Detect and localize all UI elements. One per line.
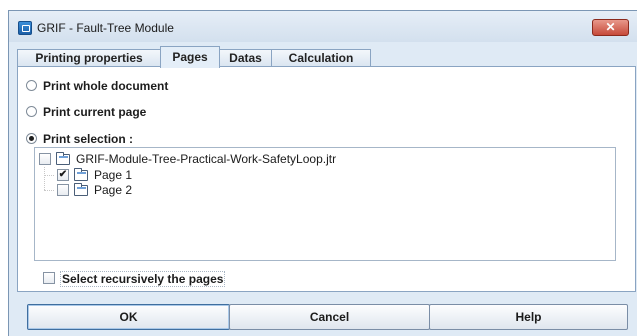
folder-icon (74, 168, 88, 181)
page-tree[interactable]: GRIF-Module-Tree-Practical-Work-SafetyLo… (34, 147, 616, 261)
dialog-window: GRIF - Fault-Tree Module ✕ Printing prop… (8, 10, 637, 336)
folder-icon (56, 152, 70, 165)
tree-item-label: Page 1 (94, 168, 133, 182)
page-2-checkbox[interactable] (57, 184, 69, 196)
tree-root-item[interactable]: GRIF-Module-Tree-Practical-Work-SafetyLo… (39, 151, 599, 167)
option-label: Print selection : (43, 132, 134, 146)
close-icon: ✕ (605, 20, 616, 34)
tree-item-page-2[interactable]: Page 2 (57, 182, 257, 198)
radio-button[interactable] (26, 80, 37, 91)
tab-label: Calculation (288, 51, 354, 65)
tab-label: Pages (172, 50, 208, 64)
tab-calculation[interactable]: Calculation (271, 49, 371, 67)
folder-icon (74, 183, 88, 196)
radio-button[interactable] (26, 133, 37, 144)
option-label: Print current page (43, 105, 147, 119)
tree-connector (44, 175, 54, 176)
help-button[interactable]: Help (429, 304, 628, 330)
tab-bar: Printing properties Pages Datas Calculat… (17, 45, 617, 68)
option-label: Print whole document (43, 79, 169, 93)
title-bar[interactable]: GRIF - Fault-Tree Module ✕ (9, 11, 637, 42)
tab-label: Printing properties (35, 51, 143, 65)
select-recursively-label: Select recursively the pages (60, 271, 226, 287)
tree-item-page-1[interactable]: ✔ Page 1 (57, 167, 257, 183)
root-checkbox[interactable] (39, 153, 51, 165)
tree-root-label: GRIF-Module-Tree-Practical-Work-SafetyLo… (76, 152, 337, 166)
tab-pages[interactable]: Pages (160, 46, 220, 68)
tree-item-label: Page 2 (94, 183, 133, 197)
tab-datas[interactable]: Datas (219, 49, 272, 67)
app-icon (18, 21, 32, 35)
page-1-checkbox[interactable]: ✔ (57, 169, 69, 181)
cancel-button[interactable]: Cancel (229, 304, 430, 330)
pages-panel: Print whole document Print current page … (17, 66, 636, 292)
tab-label: Datas (229, 51, 262, 65)
radio-button[interactable] (26, 106, 37, 117)
button-bar: OK Cancel Help (27, 304, 628, 332)
select-recursively-checkbox[interactable] (43, 272, 55, 284)
close-button[interactable]: ✕ (592, 19, 629, 36)
tree-connector (44, 190, 54, 191)
tab-printing-properties[interactable]: Printing properties (17, 49, 161, 67)
window-title: GRIF - Fault-Tree Module (37, 21, 174, 35)
ok-button[interactable]: OK (27, 304, 230, 330)
tree-connector (44, 167, 45, 190)
